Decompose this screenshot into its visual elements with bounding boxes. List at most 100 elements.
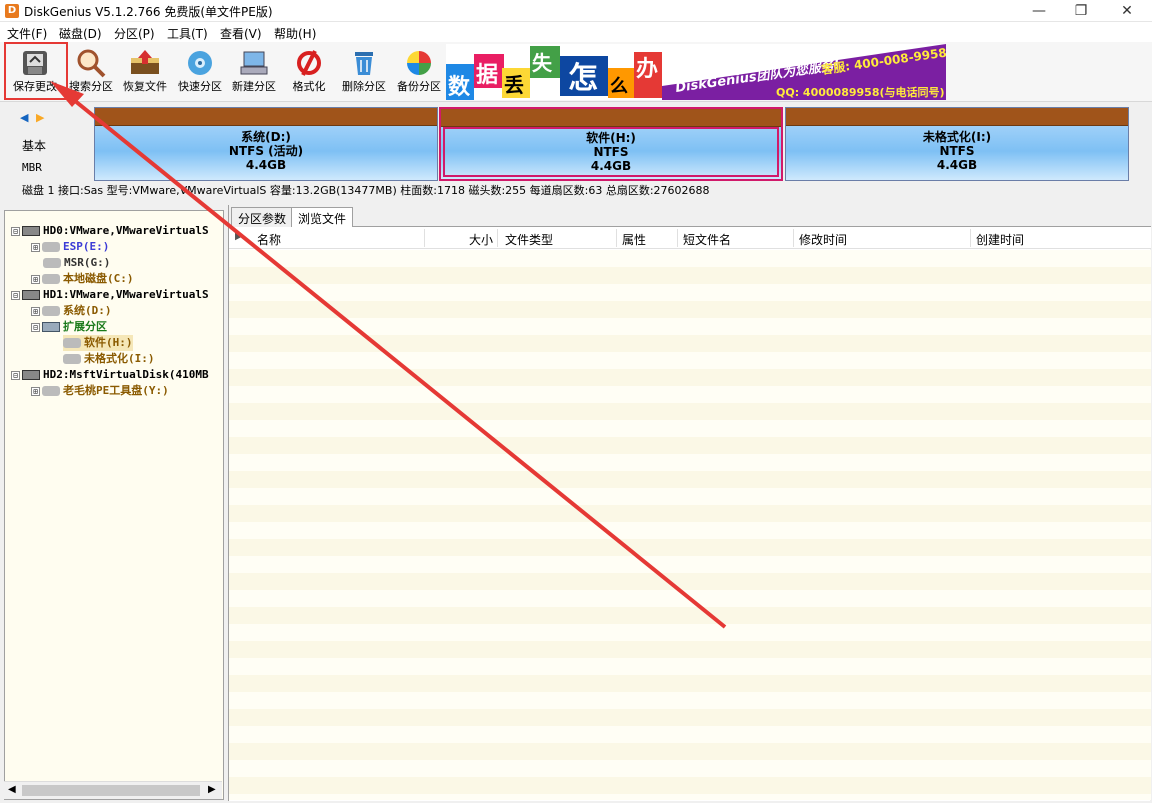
partition-block-system[interactable]: 系统(D:) NTFS (活动) 4.4GB <box>94 107 438 181</box>
partition-icon <box>63 354 81 364</box>
menu-file[interactable]: 文件(F) <box>7 25 47 42</box>
partition-text: 系统(D:) NTFS (活动) 4.4GB <box>95 130 437 172</box>
collapse-icon[interactable]: ⊟ <box>11 226 20 236</box>
col-separator[interactable] <box>677 229 678 247</box>
partition-block-unformatted[interactable]: 未格式化(I:) NTFS 4.4GB <box>785 107 1129 181</box>
collapse-icon[interactable]: ⊟ <box>11 370 20 380</box>
partition-icon <box>42 242 60 252</box>
scroll-right-arrow[interactable]: ▶ <box>208 784 216 795</box>
tree-item-local-c[interactable]: ⊞ 本地磁盘(C:) <box>31 271 134 287</box>
disk-scheme-label: MBR <box>22 161 42 174</box>
partition-size: 4.4GB <box>936 158 978 172</box>
tree-item-hd1[interactable]: ⊟ HD1:VMware,VMwareVirtualS <box>11 287 209 303</box>
partition-fs: NTFS <box>939 144 975 158</box>
recover-icon <box>131 50 159 74</box>
tree-label: MSR(G:) <box>64 256 111 269</box>
minimize-button[interactable]: — <box>1016 0 1062 22</box>
partition-fs: NTFS (活动) <box>228 144 304 158</box>
collapse-icon[interactable]: ⊟ <box>31 322 40 332</box>
menu-partition[interactable]: 分区(P) <box>114 25 155 42</box>
tree-item-extended[interactable]: ⊟ 扩展分区 <box>31 319 107 335</box>
expand-icon[interactable]: ⊞ <box>31 386 40 396</box>
tree-item-msr[interactable]: MSR(G:) <box>43 255 110 271</box>
partition-text: 软件(H:) NTFS 4.4GB <box>441 131 781 173</box>
expand-icon[interactable]: ⊞ <box>31 274 40 284</box>
menu-view[interactable]: 查看(V) <box>220 25 262 42</box>
partition-name: 未格式化(I:) <box>922 130 992 144</box>
banner-char: 据 <box>476 63 498 88</box>
maximize-button[interactable]: ❐ <box>1058 0 1104 22</box>
partition-icon <box>42 274 60 284</box>
tree-label: HD1:VMware,VMwareVirtualS <box>43 288 209 301</box>
tab-browse-files[interactable]: 浏览文件 <box>291 207 354 228</box>
tree-label: ESP(E:) <box>63 240 110 253</box>
banner-char: 么 <box>610 76 628 97</box>
col-separator[interactable] <box>424 229 425 247</box>
partition-icon <box>42 386 60 396</box>
window-title: DiskGenius V5.1.2.766 免费版(单文件PE版) <box>24 5 273 19</box>
tree-item-pe-y[interactable]: ⊞ 老毛桃PE工具盘(Y:) <box>31 383 169 399</box>
tree-item-unformatted-i[interactable]: 未格式化(I:) <box>63 351 155 367</box>
col-name[interactable]: 名称 <box>257 231 281 248</box>
app-icon: D <box>5 4 19 18</box>
partition-cap <box>95 108 437 126</box>
backup-partition-button[interactable]: 备份分区 <box>390 44 448 100</box>
file-browser-panel: 分区参数 浏览文件 ▶ 名称 大小 文件类型 属性 短文件名 修改时间 创建时间 <box>228 205 1151 801</box>
banner-char: 数 <box>448 74 471 100</box>
header-sort-icon: ▶ <box>235 231 243 242</box>
tree-item-software-h[interactable]: 软件(H:) <box>63 335 133 351</box>
tree-label: 软件(H:) <box>84 336 133 349</box>
col-separator[interactable] <box>970 229 971 247</box>
banner-qq: QQ: 4000089958(与电话同号) <box>776 85 945 99</box>
file-list-header: ▶ 名称 大小 文件类型 属性 短文件名 修改时间 创建时间 <box>229 227 1151 249</box>
expand-icon[interactable]: ⊞ <box>31 242 40 252</box>
tree-item-hd2[interactable]: ⊟ HD2:MsftVirtualDisk(410MB <box>11 367 209 383</box>
partition-fs: NTFS <box>593 145 629 159</box>
tree-item-esp[interactable]: ⊞ ESP(E:) <box>31 239 109 255</box>
menu-disk[interactable]: 磁盘(D) <box>59 25 102 42</box>
col-attr[interactable]: 属性 <box>622 231 646 248</box>
partition-icon <box>42 306 60 316</box>
tree-label: 未格式化(I:) <box>84 352 155 365</box>
banner-char: 怎 <box>568 61 598 96</box>
disk-tree-panel: ⊟ HD0:VMware,VMwareVirtualS ⊞ ESP(E:) MSR(… <box>4 210 224 800</box>
tree-label: 系统(D:) <box>63 304 112 317</box>
col-separator[interactable] <box>616 229 617 247</box>
tab-partition-params[interactable]: 分区参数 <box>231 207 294 227</box>
col-shortname[interactable]: 短文件名 <box>683 231 731 248</box>
tree-horizontal-scrollbar[interactable]: ◀ ▶ <box>4 781 222 799</box>
disk-next-arrow[interactable]: ▶ <box>36 111 44 124</box>
scroll-left-arrow[interactable]: ◀ <box>8 784 16 795</box>
col-modified[interactable]: 修改时间 <box>799 231 847 248</box>
col-separator[interactable] <box>497 229 498 247</box>
col-type[interactable]: 文件类型 <box>505 231 553 248</box>
menu-tools[interactable]: 工具(T) <box>167 25 208 42</box>
disk-type-label: 基本 <box>22 139 47 153</box>
tree-item-hd0[interactable]: ⊟ HD0:VMware,VMwareVirtualS <box>11 223 209 239</box>
banner-char: 办 <box>636 57 658 82</box>
save-button-highlight <box>4 42 68 100</box>
partition-name: 系统(D:) <box>241 130 291 144</box>
tree-label: HD2:MsftVirtualDisk(410MB <box>43 368 209 381</box>
banner-char: 丢 <box>504 73 524 97</box>
promo-banner[interactable]: 数 据 丢 失 怎 么 办 DiskGenius团队为您服务! 客服: 400-… <box>446 44 946 100</box>
quick-partition-icon <box>188 51 212 75</box>
partition-icon <box>43 258 61 268</box>
close-button[interactable]: ✕ <box>1104 0 1150 22</box>
disk-prev-arrow[interactable]: ◀ <box>20 111 28 124</box>
col-separator[interactable] <box>793 229 794 247</box>
col-created[interactable]: 创建时间 <box>976 231 1024 248</box>
file-list[interactable] <box>229 250 1151 800</box>
collapse-icon[interactable]: ⊟ <box>11 290 20 300</box>
expand-icon[interactable]: ⊞ <box>31 306 40 316</box>
partition-size: 4.4GB <box>590 159 632 173</box>
menu-help[interactable]: 帮助(H) <box>274 25 316 42</box>
disk-icon <box>22 370 40 380</box>
col-size[interactable]: 大小 <box>469 231 493 248</box>
format-icon <box>297 50 321 76</box>
partition-icon <box>63 338 81 348</box>
partition-cap <box>786 108 1128 126</box>
tree-item-system-d[interactable]: ⊞ 系统(D:) <box>31 303 112 319</box>
scroll-thumb[interactable] <box>22 785 200 796</box>
partition-block-software[interactable]: 软件(H:) NTFS 4.4GB <box>439 107 783 181</box>
